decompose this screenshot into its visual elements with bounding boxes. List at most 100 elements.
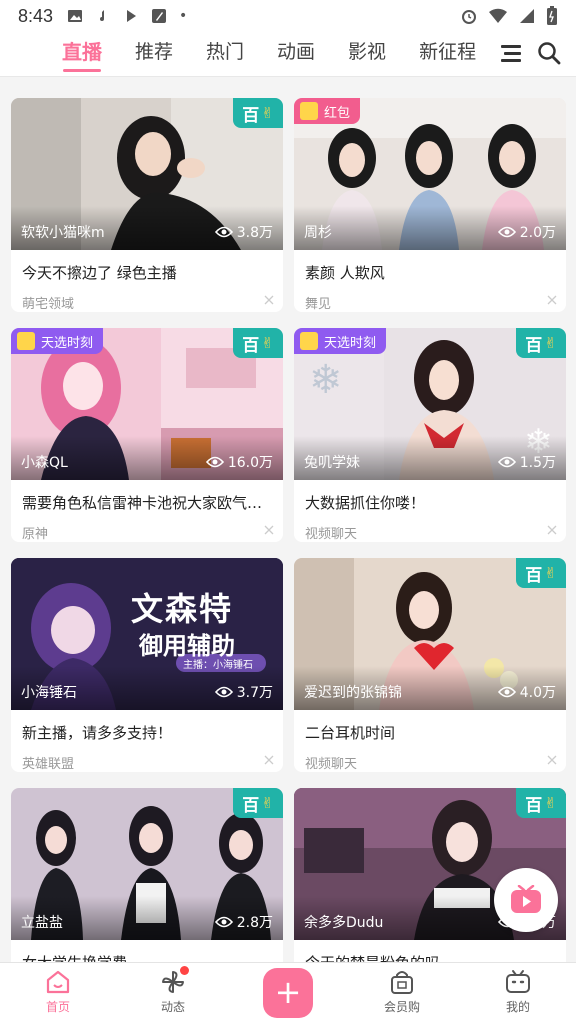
- notification-dot: [180, 966, 189, 975]
- tab-film[interactable]: 影视: [348, 32, 386, 76]
- live-card[interactable]: 红包 周杉 2.0万 素颜 人欺风 舞见: [294, 98, 566, 312]
- eye-icon: [497, 686, 516, 698]
- live-thumbnail: ❄ ❄ 天选时刻 百✌ 兔叽学妹 1.5万: [294, 328, 566, 480]
- close-icon[interactable]: [264, 295, 274, 305]
- streamer-name: 兔叽学妹: [304, 455, 360, 471]
- lucky-draw-badge: 天选时刻: [11, 328, 104, 354]
- close-icon[interactable]: [547, 755, 557, 765]
- viewer-count: 3.8万: [214, 222, 273, 242]
- publish-button[interactable]: +: [263, 968, 313, 1018]
- live-thumbnail: 百 ✌ 立盐盐 2.8万: [11, 788, 283, 940]
- nav-home[interactable]: 首页: [18, 963, 98, 1024]
- close-icon[interactable]: [547, 295, 557, 305]
- tab-new-journey[interactable]: 新征程: [419, 32, 476, 76]
- tab-live[interactable]: 直播: [62, 32, 102, 76]
- live-title: 大数据抓住你喽！: [305, 494, 426, 512]
- live-area: 视频聊天: [305, 757, 358, 772]
- music-note-icon: [100, 10, 105, 21]
- eye-icon: [205, 456, 224, 468]
- bai-badge: 百 ✌: [516, 558, 566, 588]
- art-title-line1: 文森特: [131, 590, 234, 628]
- search-icon[interactable]: [536, 40, 562, 66]
- nav-dynamic[interactable]: 动态: [133, 963, 213, 1024]
- tab-anime[interactable]: 动画: [277, 32, 315, 76]
- streamer-name: 软软小猫咪m: [21, 225, 105, 241]
- viewer-count: 4.0万: [497, 682, 556, 702]
- live-card[interactable]: 天选时刻 百 ✌ 小森QL 16.0万 需要角色私信雷神卡池祝大家欧气满满 原神: [11, 328, 283, 542]
- live-card[interactable]: 文森特 御用辅助 主播：小海锤石 小海锤石 3.7万 新主播，请多多支持！ 英雄…: [11, 558, 283, 772]
- live-area: 舞见: [305, 297, 332, 312]
- shopping-bag-icon: [391, 971, 413, 994]
- live-card[interactable]: 百 ✌ 软软小猫咪m 3.8万 今天不擦边了 绿色主播 萌宅领域: [11, 98, 283, 312]
- live-play-icon: [511, 885, 541, 913]
- streamer-name: 爱迟到的张锦锦: [304, 685, 402, 701]
- live-title: 新主播，请多多支持！: [22, 724, 173, 742]
- viewer-count: 3.7万: [214, 682, 273, 702]
- wifi-icon: [489, 8, 507, 23]
- home-icon: [46, 970, 70, 994]
- tv-icon: [506, 970, 530, 993]
- close-icon[interactable]: [264, 755, 274, 765]
- ticket-icon: [17, 332, 35, 350]
- close-icon[interactable]: [547, 525, 557, 535]
- bai-badge: 百 ✌: [516, 788, 566, 818]
- menu-icon[interactable]: [498, 40, 524, 66]
- live-title: 今天不擦边了 绿色主播: [22, 264, 177, 282]
- bai-badge: 百 ✌: [233, 788, 283, 818]
- red-packet-icon: [300, 102, 318, 120]
- viewer-count: 2.8万: [214, 912, 273, 932]
- top-nav: 直播 推荐 热门 动画 影视 新征程: [0, 32, 576, 76]
- streamer-name: 立盐盐: [21, 915, 63, 931]
- red-packet-badge: 红包: [294, 98, 361, 124]
- eye-icon: [497, 226, 516, 238]
- eye-icon: [214, 686, 233, 698]
- signal-icon: [520, 9, 534, 23]
- live-card[interactable]: ❄ ❄ 天选时刻 百✌ 兔叽学妹 1.5万 大数据抓住你喽！ 视频聊天: [294, 328, 566, 542]
- start-live-button[interactable]: [494, 868, 558, 932]
- close-icon[interactable]: [264, 525, 274, 535]
- live-title: 素颜 人欺风: [305, 264, 385, 282]
- nav-divider: [0, 76, 576, 77]
- live-thumbnail: 文森特 御用辅助 主播：小海锤石 小海锤石 3.7万: [11, 558, 283, 710]
- streamer-name: 小森QL: [21, 455, 68, 471]
- ticket-icon: [300, 332, 318, 350]
- live-thumbnail: 百 ✌ 爱迟到的张锦锦 4.0万: [294, 558, 566, 710]
- nav-vip-shop[interactable]: 会员购: [362, 963, 442, 1024]
- image-icon: [68, 10, 83, 22]
- alarm-icon: [462, 10, 476, 24]
- bai-badge: 百 ✌: [233, 98, 283, 128]
- viewer-count: 2.0万: [497, 222, 556, 242]
- live-title: 二台耳机时间: [305, 724, 396, 742]
- streamer-name: 周杉: [304, 225, 332, 241]
- live-area: 萌宅领域: [22, 297, 75, 312]
- live-card[interactable]: 百 ✌ 爱迟到的张锦锦 4.0万 二台耳机时间 视频聊天: [294, 558, 566, 772]
- battery-icon: [547, 6, 557, 25]
- tab-recommend[interactable]: 推荐: [135, 32, 173, 76]
- eye-icon: [214, 916, 233, 928]
- live-title: 需要角色私信雷神卡池祝大家欧气满满: [22, 494, 278, 512]
- status-time: 8:43: [18, 5, 54, 26]
- live-feed: 百 ✌ 软软小猫咪m 3.8万 今天不擦边了 绿色主播 萌宅领域 红包 周杉 2…: [11, 98, 567, 1002]
- lucky-draw-badge: 天选时刻: [294, 328, 387, 354]
- live-thumbnail: 红包 周杉 2.0万: [294, 98, 566, 250]
- streamer-name: 小海锤石: [21, 685, 77, 701]
- svg-text:❄: ❄: [309, 357, 343, 403]
- edit-note-icon: [152, 9, 167, 23]
- bai-badge: 百 ✌: [233, 328, 283, 358]
- nav-mine[interactable]: 我的: [478, 963, 558, 1024]
- live-thumbnail: 百 ✌ 软软小猫咪m 3.8万: [11, 98, 283, 250]
- status-bar: 8:43 •: [0, 0, 576, 32]
- tab-hot[interactable]: 热门: [206, 32, 244, 76]
- viewer-count: 1.5万: [497, 452, 556, 472]
- live-area: 视频聊天: [305, 527, 358, 542]
- live-thumbnail: 天选时刻 百 ✌ 小森QL 16.0万: [11, 328, 283, 480]
- play-icon: [127, 10, 137, 22]
- bai-badge: 百 ✌: [516, 328, 566, 358]
- eye-icon: [497, 456, 516, 468]
- live-area: 英雄联盟: [22, 757, 75, 772]
- live-area: 原神: [22, 527, 49, 542]
- eye-icon: [214, 226, 233, 238]
- dot-icon: •: [179, 8, 188, 24]
- streamer-name: 余多多Dudu: [304, 915, 384, 931]
- viewer-count: 16.0万: [205, 452, 273, 472]
